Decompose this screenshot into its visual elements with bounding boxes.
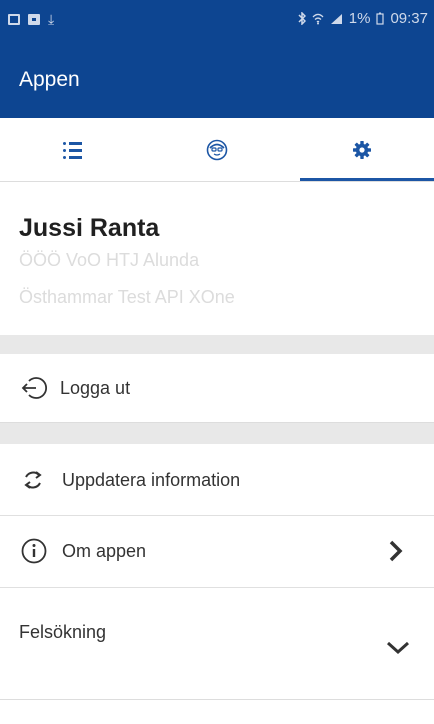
bluetooth-icon (298, 12, 306, 25)
user-name: Jussi Ranta (19, 214, 160, 242)
troubleshooting-label: Felsökning (19, 622, 107, 642)
list-icon (62, 141, 82, 159)
signal-icon (330, 13, 342, 24)
screenshot-icon (8, 13, 20, 25)
status-bar: ⤓ 1% 09:37 (0, 0, 434, 38)
logout-row[interactable]: Logga ut (0, 354, 434, 423)
wifi-icon (312, 13, 324, 24)
app-bar: Appen (0, 38, 434, 118)
info-icon (21, 538, 47, 564)
chevron-right-icon (389, 540, 403, 562)
battery-icon (376, 12, 385, 25)
update-info-label: Uppdatera information (62, 470, 241, 490)
user-org: Östhammar Test API XOne (19, 287, 235, 307)
troubleshooting-row[interactable]: Felsökning (0, 588, 434, 700)
refresh-icon (24, 471, 42, 489)
tab-bar (0, 118, 434, 182)
gear-icon (353, 141, 371, 159)
app-title: Appen (19, 68, 80, 91)
download-icon: ⤓ (48, 11, 55, 27)
avatar-icon (206, 139, 228, 161)
about-app-row[interactable]: Om appen (0, 516, 434, 588)
gallery-icon (28, 13, 40, 25)
battery-percent: 1% (348, 10, 371, 27)
bottom-area (0, 700, 434, 724)
section-divider (0, 423, 434, 444)
logout-icon (21, 377, 48, 399)
about-app-label: Om appen (62, 541, 147, 561)
user-unit: ÖÖÖ VoO HTJ Alunda (19, 250, 200, 270)
chevron-down-icon (386, 641, 410, 655)
update-info-row[interactable]: Uppdatera information (0, 444, 434, 516)
active-tab-indicator (300, 178, 434, 181)
section-divider (0, 335, 434, 354)
tab-profile[interactable] (145, 118, 289, 182)
profile-section: Jussi Ranta ÖÖÖ VoO HTJ Alunda Östhammar… (0, 182, 434, 335)
clock: 09:37 (390, 10, 428, 27)
tab-list[interactable] (0, 118, 144, 182)
tab-settings[interactable] (290, 118, 434, 182)
logout-label: Logga ut (60, 378, 131, 398)
